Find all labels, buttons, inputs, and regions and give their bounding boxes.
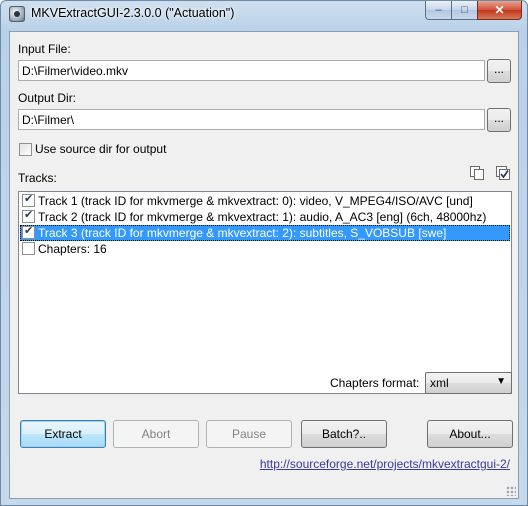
batch-button[interactable]: Batch?.. [301,420,387,448]
minimize-button[interactable]: – [425,1,451,20]
resize-grip-icon[interactable] [506,486,516,496]
chapters-row[interactable]: Chapters: 16 [20,241,510,257]
input-file-browse-button[interactable]: ... [487,59,511,83]
chapters-format-select[interactable]: xml ▼ [425,372,512,394]
about-button[interactable]: About... [427,420,513,448]
chapters-format-value: xml [430,376,449,390]
title-bar[interactable]: MKVExtractGUI-2.3.0.0 ("Actuation") – □ … [1,1,527,27]
track-row-2[interactable]: Track 2 (track ID for mkvmerge & mkvextr… [20,208,510,225]
extract-button[interactable]: Extract [20,420,106,448]
app-window: MKVExtractGUI-2.3.0.0 ("Actuation") – □ … [0,0,528,506]
track-1-label: Track 1 (track ID for mkvmerge & mkvextr… [38,194,473,208]
maximize-button[interactable]: □ [451,1,477,20]
track-row-3[interactable]: Track 3 (track ID for mkvmerge & mkvextr… [20,224,510,241]
use-source-dir-checkbox[interactable] [19,143,32,156]
input-file-label: Input File: [18,42,71,56]
use-source-dir-label[interactable]: Use source dir for output [35,142,166,156]
app-icon[interactable] [9,6,25,22]
client-area: Input File: D:\Filmer\video.mkv ... Outp… [9,31,519,499]
track-3-label: Track 3 (track ID for mkvmerge & mkvextr… [38,226,447,240]
chapters-label: Chapters: 16 [38,242,107,256]
track-3-checkbox[interactable] [22,224,35,239]
output-dir-label: Output Dir: [18,91,77,105]
tracks-list[interactable]: Track 1 (track ID for mkvmerge & mkvextr… [18,191,512,394]
caption-buttons: – □ ✕ [425,1,522,20]
dropdown-arrow-icon: ▼ [496,376,506,387]
track-2-label: Track 2 (track ID for mkvmerge & mkvextr… [38,210,487,224]
pause-button[interactable]: Pause [206,420,292,448]
abort-button[interactable]: Abort [113,420,199,448]
chapters-format-label: Chapters format: [330,376,420,390]
chapters-checkbox[interactable] [22,242,35,255]
check-all-icon[interactable] [494,164,512,182]
track-row-1[interactable]: Track 1 (track ID for mkvmerge & mkvextr… [20,192,510,209]
window-title: MKVExtractGUI-2.3.0.0 ("Actuation") [31,6,235,20]
track-1-checkbox[interactable] [22,192,35,207]
output-dir-field[interactable]: D:\Filmer\ [18,109,485,130]
output-dir-browse-button[interactable]: ... [487,108,511,132]
copy-icon[interactable] [468,164,486,182]
sourceforge-link[interactable]: http://sourceforge.net/projects/mkvextra… [260,457,510,471]
close-button[interactable]: ✕ [477,1,522,20]
input-file-field[interactable]: D:\Filmer\video.mkv [18,60,485,81]
tracks-label: Tracks: [18,171,57,185]
track-2-checkbox[interactable] [22,208,35,223]
